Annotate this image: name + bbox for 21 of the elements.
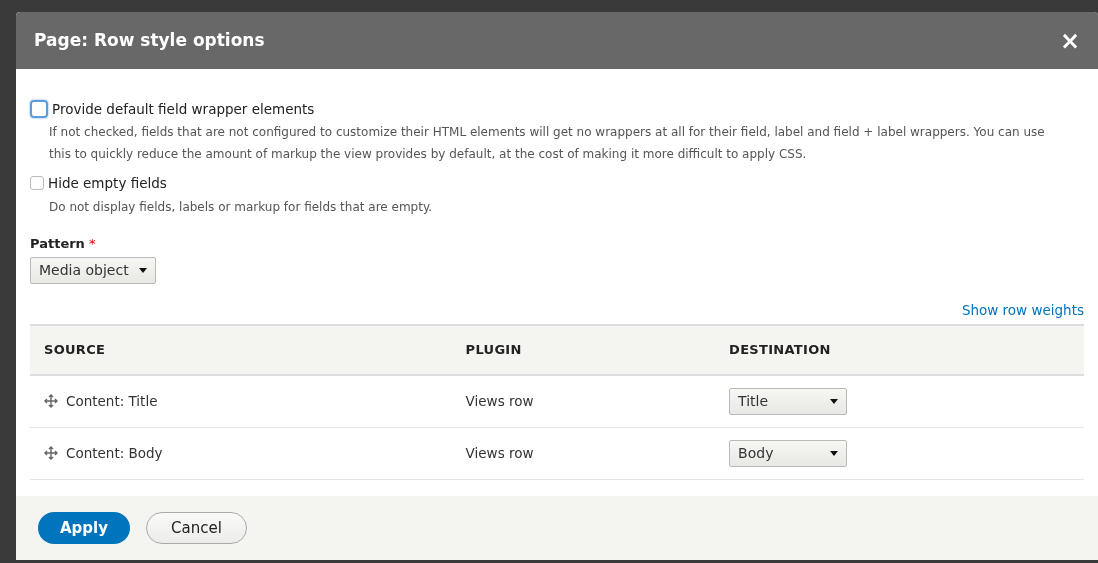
cancel-button[interactable]: Cancel [146, 511, 247, 545]
close-button[interactable]: × [1059, 28, 1080, 53]
option-description: If not checked, fields that are not configured to customize their HTML elements will get no wrappers at all for their field, label and field + label wrappers. You can use this to quickly reduce the amount of markup the view provides by default, at the cost of making it more difficult to apply CSS. [49, 124, 1046, 164]
destination-select[interactable]: Title [729, 387, 848, 415]
option-description: Do not display fields, labels or markup for fields that are empty. [49, 198, 434, 216]
column-header: DESTINATION [715, 325, 1084, 375]
required-mark: * [88, 234, 96, 253]
table-cell: Views row [465, 445, 534, 462]
field-label: Pattern [30, 234, 85, 253]
column-header: SOURCE [30, 325, 452, 375]
option-label[interactable]: Provide default field wrapper elements [52, 99, 315, 120]
table-cell-text: Content: Body [66, 444, 163, 464]
dialog-title: Page: Row style options [34, 28, 265, 52]
table-cell-text: Content: Title [66, 392, 158, 412]
apply-button[interactable]: Apply [38, 511, 130, 545]
pattern-select[interactable]: Media object [30, 257, 156, 284]
column-header: PLUGIN [451, 325, 716, 375]
option-label[interactable]: Hide empty fields [48, 173, 167, 194]
table-cell: Views row [465, 393, 534, 410]
show-row-weights-link[interactable]: Show row weights [961, 300, 1084, 321]
destination-select[interactable]: Body [729, 439, 848, 467]
